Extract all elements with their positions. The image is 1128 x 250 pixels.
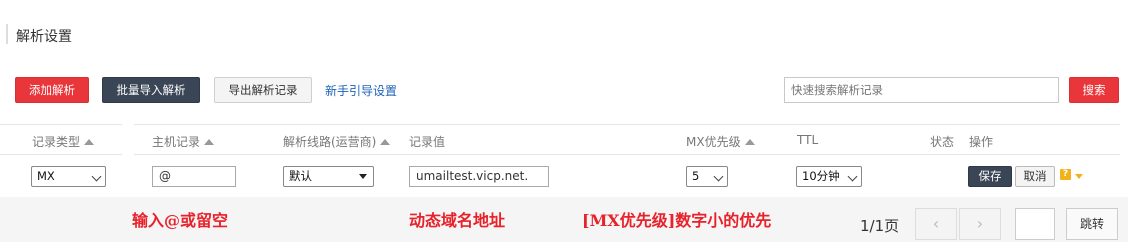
next-page-button[interactable]: › xyxy=(959,208,1001,240)
chevron-down-icon xyxy=(713,171,724,182)
jump-button[interactable]: 跳转 xyxy=(1066,208,1118,240)
record-type-value: MX xyxy=(37,169,55,183)
header-value: 记录值 xyxy=(409,135,446,149)
line-select[interactable]: 默认 xyxy=(283,166,374,187)
save-button[interactable]: 保存 xyxy=(968,166,1012,187)
search-button[interactable]: 搜索 xyxy=(1069,77,1119,103)
table-header-border xyxy=(0,154,1120,155)
header-mx-priority[interactable]: MX优先级 xyxy=(686,133,755,150)
header-mx-priority-label: MX优先级 xyxy=(686,135,741,149)
search-input[interactable] xyxy=(784,77,1059,103)
sort-up-icon xyxy=(744,139,755,145)
sort-up-icon xyxy=(380,139,391,145)
mx-hint-annotation: [MX优先级]数字小的优先 xyxy=(582,211,772,230)
host-record-input[interactable]: @ xyxy=(152,166,236,187)
header-line-label: 解析线路(运营商) xyxy=(283,135,377,149)
sort-up-icon xyxy=(84,139,95,145)
table-top-border xyxy=(0,124,1120,125)
header-host[interactable]: 主机记录 xyxy=(152,133,215,150)
mx-priority-value: 5 xyxy=(692,169,700,183)
line-value: 默认 xyxy=(289,169,312,183)
mx-priority-select[interactable]: 5 xyxy=(686,166,728,187)
caret-down-icon[interactable] xyxy=(1075,174,1083,179)
value-hint-annotation: 动态域名地址 xyxy=(409,211,506,230)
record-value-input[interactable]: umailtest.vicp.net. xyxy=(409,166,549,187)
title-accent-bar xyxy=(6,24,8,44)
header-actions: 操作 xyxy=(969,135,994,149)
header-record-type-label: 记录类型 xyxy=(32,135,81,149)
page-number-input[interactable] xyxy=(1015,208,1055,240)
host-hint-annotation: 输入@或留空 xyxy=(132,211,229,230)
chevron-down-icon xyxy=(847,171,858,182)
bulk-import-button[interactable]: 批量导入解析 xyxy=(102,77,200,103)
header-status: 状态 xyxy=(930,135,955,149)
caret-down-icon xyxy=(359,174,367,179)
prev-page-button[interactable]: ‹ xyxy=(915,208,957,240)
help-icon[interactable]: ? xyxy=(1060,169,1071,180)
page-info: 1/1页 xyxy=(860,217,900,235)
guide-settings-link[interactable]: 新手引导设置 xyxy=(325,82,397,99)
sort-up-icon xyxy=(204,139,215,145)
header-record-type[interactable]: 记录类型 xyxy=(32,133,95,150)
export-records-button[interactable]: 导出解析记录 xyxy=(214,77,312,103)
record-type-select[interactable]: MX xyxy=(31,166,106,187)
header-ttl: TTL xyxy=(797,133,819,147)
chevron-down-icon xyxy=(91,171,102,182)
cancel-button[interactable]: 取消 xyxy=(1015,166,1055,187)
page-title: 解析设置 xyxy=(16,29,72,45)
add-record-button[interactable]: 添加解析 xyxy=(15,77,89,103)
header-line[interactable]: 解析线路(运营商) xyxy=(283,133,391,150)
ttl-select[interactable]: 10分钟 xyxy=(796,166,862,187)
ttl-value: 10分钟 xyxy=(802,169,840,183)
header-host-label: 主机记录 xyxy=(152,135,201,149)
